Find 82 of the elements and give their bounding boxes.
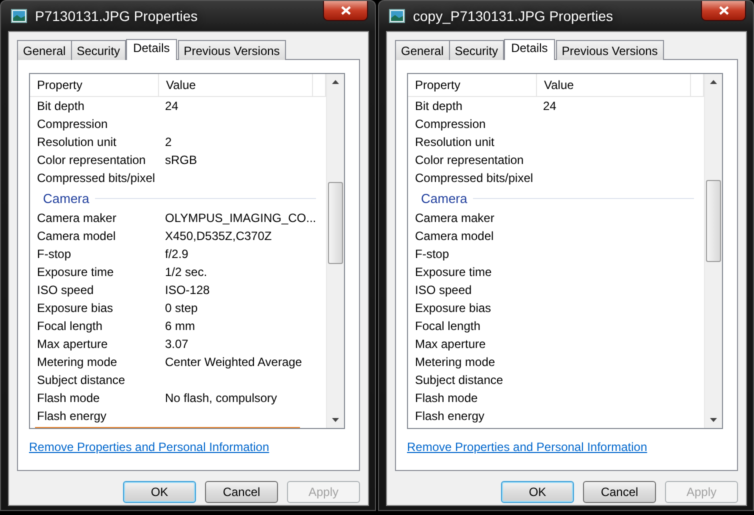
tab[interactable]: Details <box>504 39 555 60</box>
property-value: 0 step <box>165 300 198 317</box>
property-name: Max aperture <box>36 336 109 353</box>
scroll-thumb[interactable] <box>706 180 721 262</box>
scroll-thumb[interactable] <box>328 182 343 264</box>
property-name: Metering mode <box>36 354 118 371</box>
scroll-up-icon <box>332 80 339 84</box>
property-name: Exposure bias <box>414 300 492 317</box>
property-name: Bit depth <box>36 98 86 115</box>
tab[interactable]: Details <box>126 39 177 60</box>
property-name: ISO speed <box>36 282 95 299</box>
remove-properties-link[interactable]: Remove Properties and Personal Information <box>407 440 648 454</box>
tab[interactable]: Previous Versions <box>556 40 664 60</box>
property-value: ISO-128 <box>165 282 210 299</box>
property-value: f/2.9 <box>165 246 188 263</box>
window-title: P7130131.JPG Properties <box>35 8 198 24</box>
scroll-down-icon <box>332 418 339 422</box>
property-name: Color representation <box>36 152 147 169</box>
property-name: Compression <box>414 116 487 133</box>
property-name: Subject distance <box>36 372 126 389</box>
property-value: OLYMPUS_IMAGING_CO... <box>165 210 316 227</box>
property-name: Color representation <box>414 152 525 169</box>
tab[interactable]: Security <box>70 40 126 60</box>
property-name: Flash mode <box>36 390 101 407</box>
remove-properties-link[interactable]: Remove Properties and Personal Information <box>29 440 270 454</box>
window-title: copy_P7130131.JPG Properties <box>413 8 614 24</box>
property-name: Metering mode <box>414 354 496 371</box>
property-name: Bit depth <box>414 98 464 115</box>
property-name: ISO speed <box>414 282 473 299</box>
column-header[interactable]: Property <box>408 74 537 96</box>
close-icon <box>340 6 350 15</box>
image-file-icon <box>389 9 405 23</box>
property-name: Camera model <box>414 228 495 245</box>
property-name: Focal length <box>36 318 104 335</box>
close-icon <box>718 6 728 15</box>
property-value: 1/2 sec. <box>165 264 208 281</box>
scroll-up-icon <box>710 80 717 84</box>
tab[interactable]: Security <box>448 40 504 60</box>
property-name: F-stop <box>36 246 72 263</box>
property-name: Camera model <box>36 228 117 245</box>
property-name: Compressed bits/pixel <box>36 170 156 187</box>
property-name: Flash energy <box>36 408 108 425</box>
property-value: 2 <box>165 134 172 151</box>
property-name: Compression <box>36 116 109 133</box>
property-value: Center Weighted Average <box>165 354 302 371</box>
group-heading: Camera <box>421 190 468 206</box>
property-name: Max aperture <box>414 336 487 353</box>
column-header[interactable]: Value <box>159 74 313 96</box>
property-value: 3.07 <box>165 336 188 353</box>
dialog-button[interactable]: OK <box>123 481 196 503</box>
tab[interactable]: Previous Versions <box>178 40 286 60</box>
dialog-button[interactable]: OK <box>501 481 574 503</box>
property-name: Resolution unit <box>36 134 118 151</box>
property-value: 24 <box>543 98 556 115</box>
tab[interactable]: General <box>395 40 450 60</box>
property-name: Subject distance <box>414 372 504 389</box>
column-header[interactable]: Property <box>30 74 159 96</box>
close-button[interactable] <box>323 1 368 21</box>
property-name: Flash energy <box>414 408 486 425</box>
scroll-down-icon <box>710 418 717 422</box>
property-name: Exposure time <box>414 264 493 281</box>
image-file-icon <box>11 9 27 23</box>
property-value: X450,D535Z,C370Z <box>165 228 272 245</box>
property-value: 24 <box>165 98 178 115</box>
dialog-button[interactable]: Cancel <box>583 481 656 503</box>
dialog-button[interactable]: Cancel <box>205 481 278 503</box>
property-name: Camera maker <box>36 210 118 227</box>
property-name: Compressed bits/pixel <box>414 170 534 187</box>
property-name: F-stop <box>414 246 450 263</box>
group-heading: Camera <box>43 190 90 206</box>
property-name: Camera maker <box>414 210 496 227</box>
property-name: Focal length <box>414 318 482 335</box>
property-value: 6 mm <box>165 318 195 335</box>
tab[interactable]: General <box>17 40 72 60</box>
property-value: sRGB <box>165 152 198 169</box>
close-button[interactable] <box>701 1 746 21</box>
property-name: Flash mode <box>414 390 479 407</box>
column-header[interactable]: Value <box>537 74 691 96</box>
property-name: Exposure bias <box>36 300 114 317</box>
property-name: Resolution unit <box>414 134 496 151</box>
property-name: Exposure time <box>36 264 115 281</box>
property-value: No flash, compulsory <box>165 390 278 407</box>
